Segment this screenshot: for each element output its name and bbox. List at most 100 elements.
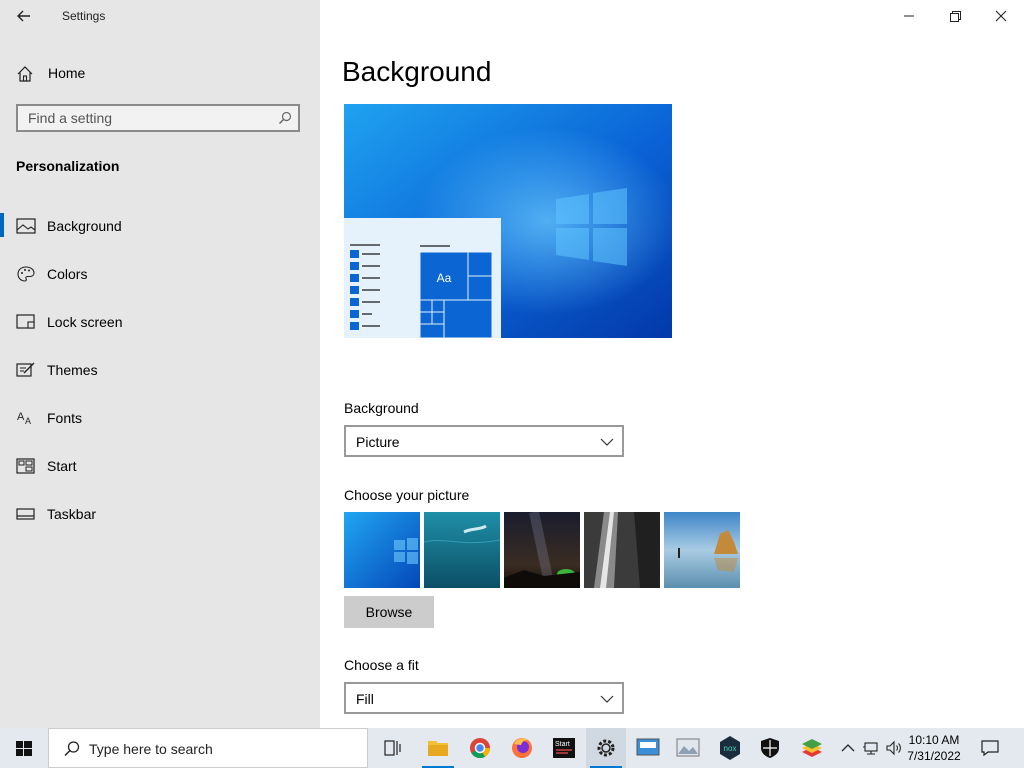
taskbar-icon (16, 508, 35, 520)
thumb-image (424, 512, 500, 588)
nox-icon: nox (720, 736, 740, 760)
fonts-icon: A A (17, 411, 31, 426)
page-title: Background (342, 56, 492, 87)
start-icon (16, 458, 35, 474)
nav-item-lock-screen[interactable]: Lock screen (0, 300, 320, 348)
preview-tile-label: Aa (437, 271, 452, 285)
nav-item-start[interactable]: Start (0, 444, 320, 492)
background-type-value: Picture (356, 434, 400, 450)
taskbar-firefox[interactable] (502, 728, 542, 768)
restore-icon (950, 11, 961, 22)
picture-thumb-windows-blue[interactable] (344, 512, 420, 588)
thumb-image (344, 512, 420, 588)
chrome-icon (470, 738, 491, 759)
thumb-image (584, 512, 660, 588)
palette-icon (17, 266, 35, 282)
chevron-down-icon (600, 438, 614, 446)
taskbar-settings[interactable] (586, 728, 626, 768)
settings-search-input[interactable] (18, 106, 278, 130)
taskbar-search-box[interactable]: Type here to search (48, 728, 368, 768)
window-controls (886, 0, 1024, 32)
sidebar: Settings Home Personalization Background (0, 0, 320, 728)
bluestacks-icon (802, 739, 822, 757)
browse-button[interactable]: Browse (344, 596, 434, 628)
background-type-label: Background (344, 400, 419, 416)
settings-search-box[interactable] (16, 104, 300, 132)
nav-item-label: Themes (47, 362, 98, 378)
choose-fit-dropdown[interactable]: Fill (344, 682, 624, 714)
show-hidden-icons-button[interactable] (838, 738, 858, 758)
restore-button[interactable] (932, 0, 978, 32)
monitor-icon (636, 738, 660, 756)
nav-item-label: Background (47, 218, 122, 234)
taskbar-photo-app[interactable] (628, 728, 668, 768)
nav-item-label: Fonts (47, 410, 83, 426)
windows-logo-icon (16, 741, 32, 756)
nav-home[interactable]: Home (0, 56, 320, 90)
picture-icon (16, 218, 36, 234)
nav-item-fonts[interactable]: A A Fonts (0, 396, 320, 444)
close-button[interactable] (978, 0, 1024, 32)
background-preview: Aa (344, 104, 672, 338)
thumb-image (664, 512, 740, 588)
firefox-icon (512, 738, 532, 758)
taskbar-security[interactable] (750, 728, 790, 768)
preview-image: Aa (344, 104, 672, 338)
network-icon (863, 742, 878, 755)
notification-icon (981, 740, 999, 757)
thumb-image (504, 512, 580, 588)
action-center-button[interactable] (980, 738, 1000, 758)
task-view-icon (384, 740, 401, 756)
section-heading: Personalization (16, 158, 120, 174)
taskbar-search-placeholder: Type here to search (89, 741, 213, 757)
nav-item-label: Start (47, 458, 77, 474)
start-button[interactable] (0, 728, 48, 768)
nav-item-label: Taskbar (47, 506, 97, 522)
picture-thumb-waterfall[interactable] (584, 512, 660, 588)
back-arrow-icon (17, 10, 30, 22)
nox-label: nox (724, 744, 737, 753)
nav-item-background[interactable]: Background (0, 204, 320, 252)
taskbar-nox[interactable]: nox (710, 728, 750, 768)
clock-time: 10:10 AM (908, 733, 960, 747)
task-view-button[interactable] (372, 728, 412, 768)
home-label: Home (48, 65, 86, 81)
picture-thumb-underwater[interactable] (424, 512, 500, 588)
nav-item-label: Colors (47, 266, 88, 282)
back-button[interactable] (12, 6, 36, 26)
taskbar-chrome[interactable] (460, 728, 500, 768)
network-status-button[interactable] (862, 738, 882, 758)
taskbar: Type here to search Start nox 10:10 AM 7… (0, 728, 1024, 768)
image-viewer-icon (676, 738, 700, 757)
folder-icon (428, 741, 448, 756)
gear-icon (597, 739, 615, 757)
search-icon (64, 741, 80, 757)
nav-item-themes[interactable]: Themes (0, 348, 320, 396)
taskbar-bluestacks[interactable] (792, 728, 832, 768)
start-app-label: Start (555, 741, 570, 748)
titlebar-left: Settings (0, 0, 320, 32)
clock-date: 7/31/2022 (907, 749, 961, 763)
minimize-button[interactable] (886, 0, 932, 32)
close-icon (995, 10, 1007, 22)
background-type-dropdown[interactable]: Picture (344, 425, 624, 457)
volume-button[interactable] (884, 738, 904, 758)
nav-item-label: Lock screen (47, 314, 123, 330)
choose-picture-label: Choose your picture (344, 487, 470, 503)
themes-icon (16, 362, 35, 377)
choose-fit-label: Choose a fit (344, 657, 419, 673)
app-title: Settings (62, 9, 106, 23)
nav-item-colors[interactable]: Colors (0, 252, 320, 300)
choose-fit-value: Fill (356, 691, 374, 707)
clock[interactable]: 10:10 AM 7/31/2022 (902, 732, 966, 764)
start-app-icon: Start (553, 738, 575, 758)
taskbar-image-viewer[interactable] (668, 728, 708, 768)
picture-thumb-night-sky[interactable] (504, 512, 580, 588)
nav-item-taskbar[interactable]: Taskbar (0, 492, 320, 540)
search-icon (279, 111, 292, 124)
shield-icon (761, 738, 779, 758)
picture-thumb-beach[interactable] (664, 512, 740, 588)
taskbar-start-app[interactable]: Start (544, 728, 584, 768)
nav-list: Background Colors Lock screen Themes A A… (0, 204, 320, 540)
taskbar-file-explorer[interactable] (418, 728, 458, 768)
